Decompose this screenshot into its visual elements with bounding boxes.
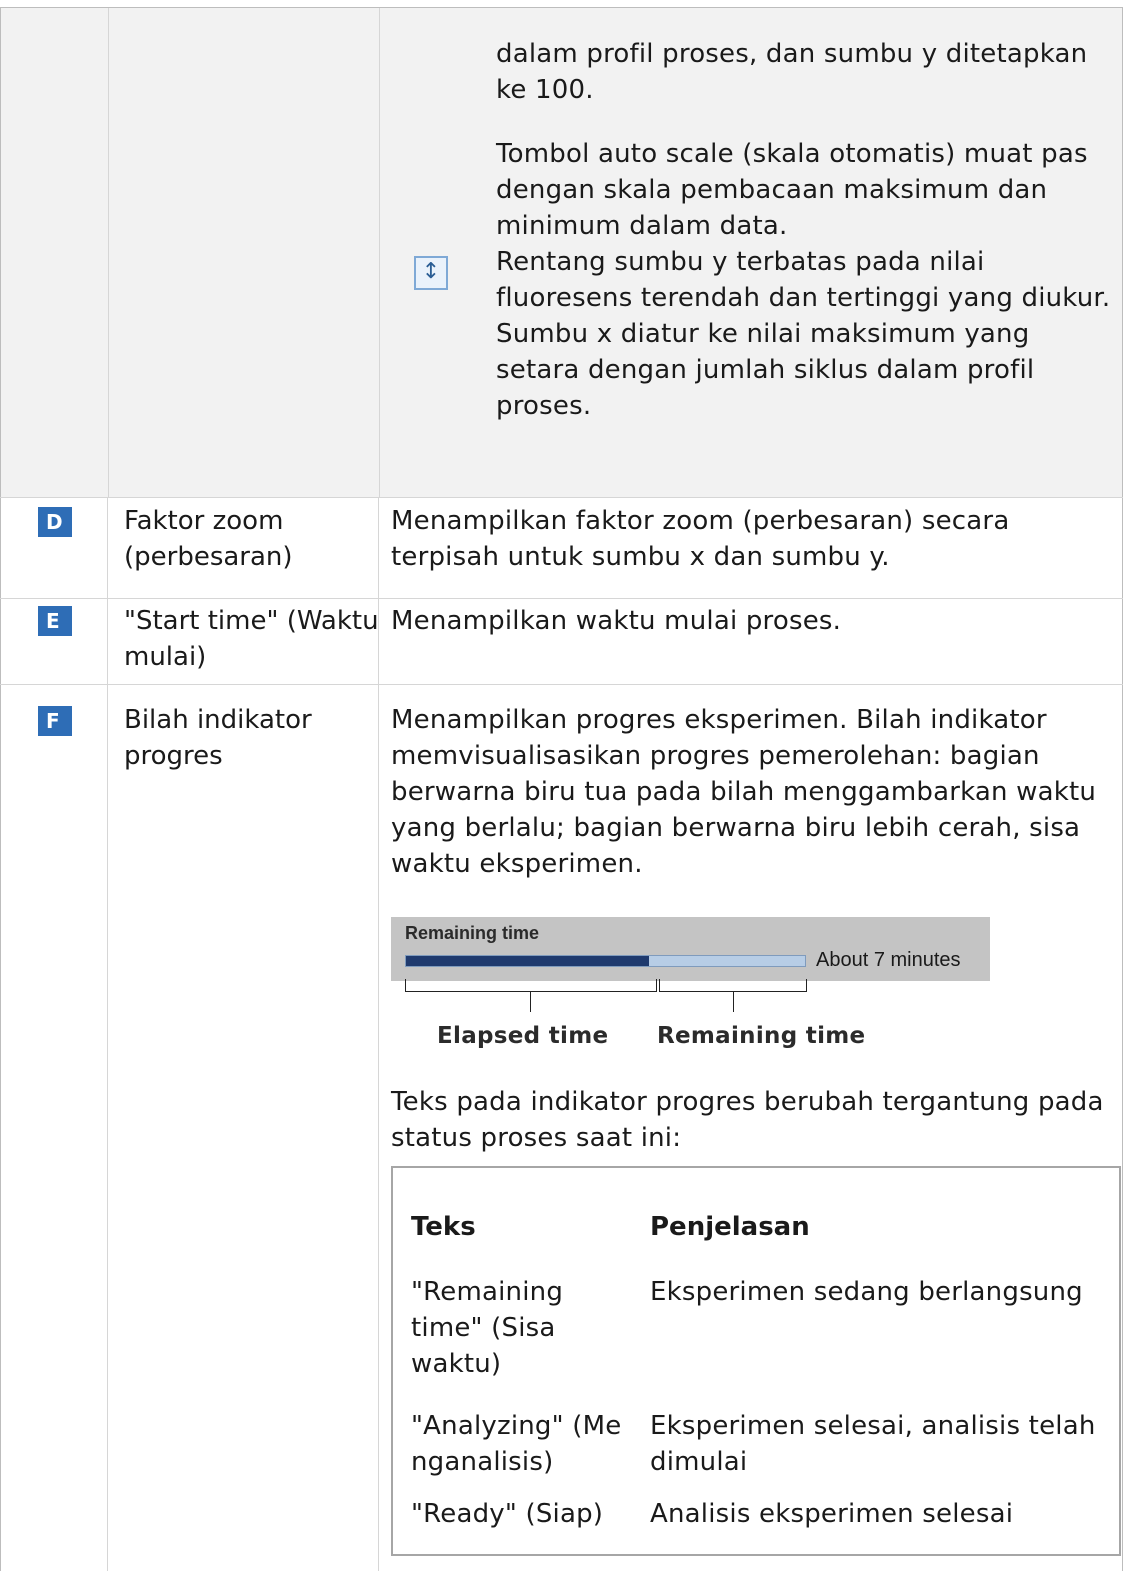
- row-divider: [0, 598, 1123, 599]
- table-row-explanation: Eksperimen sedang berlangsung: [650, 1274, 1083, 1310]
- remaining-bracket: [659, 979, 807, 992]
- text-line: Analisis eksperimen selesai: [650, 1499, 1014, 1529]
- text-line: mulai): [124, 642, 207, 672]
- elapsed-bracket: [405, 979, 657, 992]
- text-line: dimulai: [650, 1447, 748, 1477]
- text-line: Tombol auto scale (skala otomatis) muat …: [496, 139, 1088, 169]
- text-line: minimum dalam data.: [496, 211, 788, 241]
- column-header-explanation: Penjelasan: [650, 1212, 810, 1242]
- status-text-intro: Teks pada indikator progres berubah terg…: [391, 1084, 1104, 1156]
- text-line: Menampilkan waktu mulai proses.: [391, 606, 842, 636]
- text-line: Eksperimen sedang berlangsung: [650, 1277, 1083, 1307]
- text-line: yang berlalu; bagian berwarna biru lebih…: [391, 813, 1081, 843]
- column-divider: [107, 497, 108, 1571]
- text-line: waktu): [411, 1349, 502, 1379]
- row-label-start-time: "Start time" (Waktu mulai): [124, 603, 379, 675]
- auto-scale-icon: ↕: [414, 256, 448, 290]
- text-line: ke 100.: [496, 75, 594, 105]
- table-row-text: "Remaining time" (Sisa waktu): [411, 1274, 563, 1382]
- text-line: time" (Sisa: [411, 1313, 556, 1343]
- text-line: (perbesaran): [124, 542, 293, 572]
- column-divider: [379, 8, 380, 497]
- table-border-right: [1122, 497, 1123, 1571]
- row-description-zoom-factor: Menampilkan faktor zoom (perbesaran) sec…: [391, 503, 1009, 575]
- table-row-text: "Analyzing" (Me nganalisis): [411, 1408, 621, 1480]
- row-divider: [0, 497, 1123, 498]
- text-line: waktu eksperimen.: [391, 849, 643, 879]
- text-line: Eksperimen selesai, analisis telah: [650, 1411, 1096, 1441]
- text-line: Sumbu x diatur ke nilai maksimum yang: [496, 319, 1030, 349]
- text-line: "Analyzing" (Me: [411, 1411, 622, 1441]
- remaining-time-label: Remaining time: [657, 1023, 866, 1049]
- progress-bar: [405, 955, 806, 967]
- text-line: "Remaining: [411, 1277, 564, 1307]
- text-line: "Start time" (Waktu: [124, 606, 379, 636]
- badge-e: E: [38, 606, 72, 636]
- badge-f: F: [38, 706, 72, 736]
- text-line: Menampilkan faktor zoom (perbesaran) sec…: [391, 506, 1010, 536]
- text-line: progres: [124, 741, 223, 771]
- progress-bar-elapsed: [406, 956, 650, 966]
- row-description-progress-bar: Menampilkan progres eksperimen. Bilah in…: [391, 702, 1096, 882]
- table-row-text: "Ready" (Siap): [411, 1496, 603, 1532]
- progress-indicator-figure: Remaining time About 7 minutes Elapsed t…: [391, 917, 991, 1057]
- text-line: memvisualisasikan progres pemerolehan: b…: [391, 741, 1040, 771]
- text-line: "Ready" (Siap): [411, 1499, 604, 1529]
- text-line: Bilah indikator: [124, 705, 312, 735]
- text-line: Teks pada indikator progres berubah terg…: [391, 1087, 1104, 1117]
- text-line: fluoresens terendah dan tertinggi yang d…: [496, 283, 1111, 313]
- row-label-progress-bar: Bilah indikator progres: [124, 702, 312, 774]
- column-divider: [108, 8, 109, 497]
- row-divider: [0, 684, 1123, 685]
- elapsed-pointer: [530, 992, 531, 1012]
- elapsed-time-label: Elapsed time: [437, 1023, 609, 1049]
- row-description-start-time: Menampilkan waktu mulai proses.: [391, 603, 841, 639]
- table-row-explanation: Eksperimen selesai, analisis telah dimul…: [650, 1408, 1096, 1480]
- column-header-text: Teks: [411, 1212, 476, 1242]
- text-line: dalam profil proses, dan sumbu y ditetap…: [496, 39, 1088, 69]
- text-line: dengan skala pembacaan maksimum dan: [496, 175, 1048, 205]
- text-line: Rentang sumbu y terbatas pada nilai: [496, 247, 985, 277]
- badge-d: D: [38, 507, 72, 537]
- text-line: Menampilkan progres eksperimen. Bilah in…: [391, 705, 1047, 735]
- text-line: status proses saat ini:: [391, 1123, 682, 1153]
- progress-status: About 7 minutes: [816, 949, 961, 971]
- progress-title: Remaining time: [405, 923, 540, 943]
- status-text-table: Teks Penjelasan "Remaining time" (Sisa w…: [391, 1166, 1121, 1556]
- document-page: dalam profil proses, dan sumbu y ditetap…: [0, 0, 1126, 1571]
- text-line: terpisah untuk sumbu x dan sumbu y.: [391, 542, 890, 572]
- table-row-explanation: Analisis eksperimen selesai: [650, 1496, 1013, 1532]
- remaining-pointer: [733, 992, 734, 1012]
- text-line: nganalisis): [411, 1447, 554, 1477]
- text-line: berwarna biru tua pada bilah menggambark…: [391, 777, 1097, 807]
- text-line: Faktor zoom: [124, 506, 284, 536]
- row-label-zoom-factor: Faktor zoom (perbesaran): [124, 503, 293, 575]
- text-line: setara dengan jumlah siklus dalam profil: [496, 355, 1035, 385]
- auto-scale-description: Tombol auto scale (skala otomatis) muat …: [496, 136, 1110, 424]
- continued-paragraph: dalam profil proses, dan sumbu y ditetap…: [496, 36, 1087, 108]
- table-border-left: [0, 497, 1, 1571]
- text-line: proses.: [496, 391, 592, 421]
